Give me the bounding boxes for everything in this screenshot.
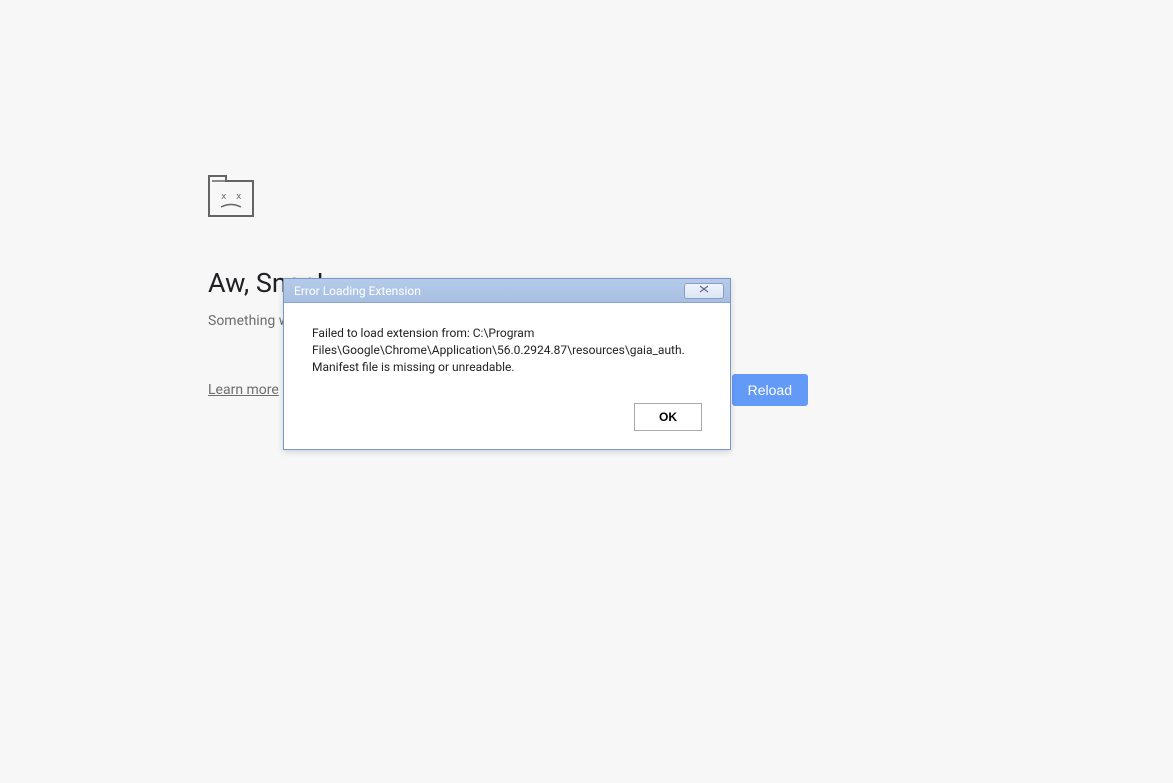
dialog-titlebar[interactable]: Error Loading Extension xyxy=(284,279,730,303)
dialog-title: Error Loading Extension xyxy=(294,284,421,298)
sad-folder-icon: x x xyxy=(208,175,254,217)
learn-more-link[interactable]: Learn more xyxy=(208,382,279,398)
reload-button[interactable]: Reload xyxy=(732,374,808,406)
ok-button[interactable]: OK xyxy=(634,403,702,431)
svg-text:x: x xyxy=(236,192,242,202)
dialog-message: Failed to load extension from: C:\Progra… xyxy=(312,325,702,375)
svg-text:x: x xyxy=(221,192,227,202)
error-dialog: Error Loading Extension Failed to load e… xyxy=(283,278,731,450)
close-icon xyxy=(698,284,710,297)
close-button[interactable] xyxy=(684,283,724,299)
dialog-actions: OK xyxy=(312,403,702,431)
dialog-body: Failed to load extension from: C:\Progra… xyxy=(284,303,730,449)
